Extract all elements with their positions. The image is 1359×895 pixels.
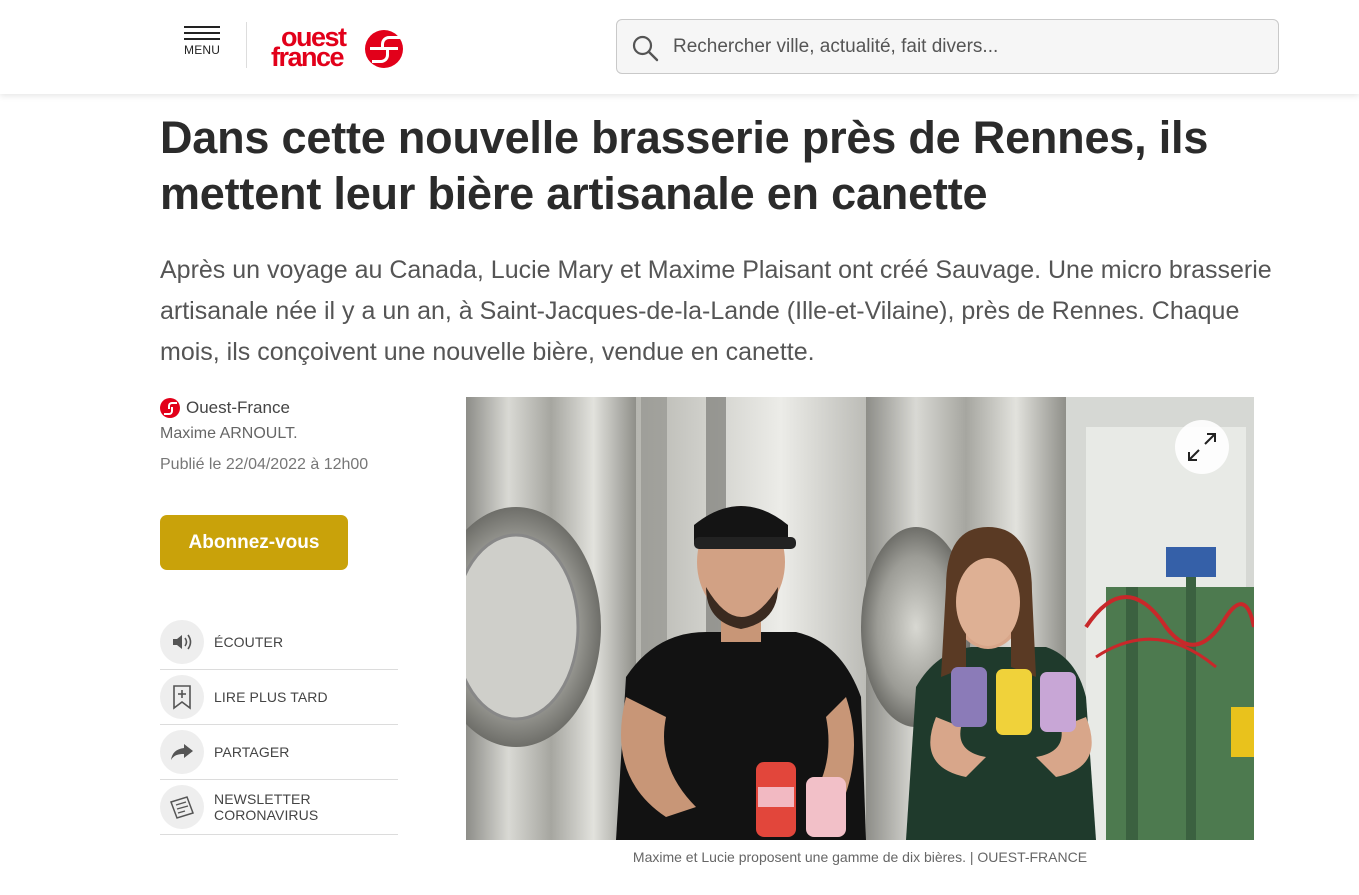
speaker-icon: [160, 620, 204, 664]
newsletter-label: NEWSLETTER CORONAVIRUS: [214, 791, 319, 823]
newsletter-icon: [160, 785, 204, 829]
bookmark-add-icon: [160, 675, 204, 719]
site-header: MENU ouest france: [0, 0, 1359, 94]
listen-action[interactable]: ÉCOUTER: [160, 615, 398, 670]
share-arrow-icon: [160, 730, 204, 774]
photo-caption: Maxime et Lucie proposent une gamme de d…: [632, 849, 1088, 865]
share-action[interactable]: PARTAGER: [160, 725, 398, 780]
share-label: PARTAGER: [214, 744, 290, 760]
hamburger-icon-bar: [184, 38, 220, 40]
hamburger-icon: [184, 26, 220, 28]
article-lede: Après un voyage au Canada, Lucie Mary et…: [160, 256, 1272, 366]
publish-date: Publié le 22/04/2022 à 12h00: [160, 456, 369, 473]
article-author: Maxime ARNOULT.: [160, 425, 298, 442]
search-box[interactable]: [616, 19, 1279, 74]
ouest-france-mini-logo-icon: [160, 398, 180, 418]
source-name: Ouest-France: [186, 398, 290, 417]
subscribe-button[interactable]: Abonnez-vous: [160, 515, 348, 570]
header-divider: [246, 22, 247, 68]
read-later-label: LIRE PLUS TARD: [214, 689, 328, 705]
newsletter-action[interactable]: NEWSLETTER CORONAVIRUS: [160, 780, 398, 835]
ouest-france-logo[interactable]: ouest france: [271, 24, 407, 72]
menu-label: MENU: [184, 43, 221, 57]
hamburger-icon-bar: [184, 32, 220, 34]
logo-word-france: france: [271, 42, 345, 72]
menu-button[interactable]: MENU: [184, 26, 224, 62]
article-source[interactable]: Ouest-France: [160, 397, 440, 419]
article-meta: Ouest-France Maxime ARNOULT. Publié le 2…: [160, 397, 440, 476]
brewery-photo-illustration: 4: [466, 397, 1254, 840]
expand-image-button[interactable]: [1175, 420, 1229, 474]
search-input[interactable]: [673, 28, 1263, 66]
article-actions: ÉCOUTER LIRE PLUS TARD PARTAGER NEWSLETT…: [160, 615, 398, 835]
article-title: Dans cette nouvelle brasserie près de Re…: [160, 112, 1209, 219]
search-icon: [632, 35, 659, 62]
expand-arrows-icon: [1188, 433, 1216, 461]
article-photo[interactable]: 4: [466, 397, 1254, 840]
listen-label: ÉCOUTER: [214, 634, 284, 650]
logo-mark-icon: [365, 30, 403, 68]
read-later-action[interactable]: LIRE PLUS TARD: [160, 670, 398, 725]
